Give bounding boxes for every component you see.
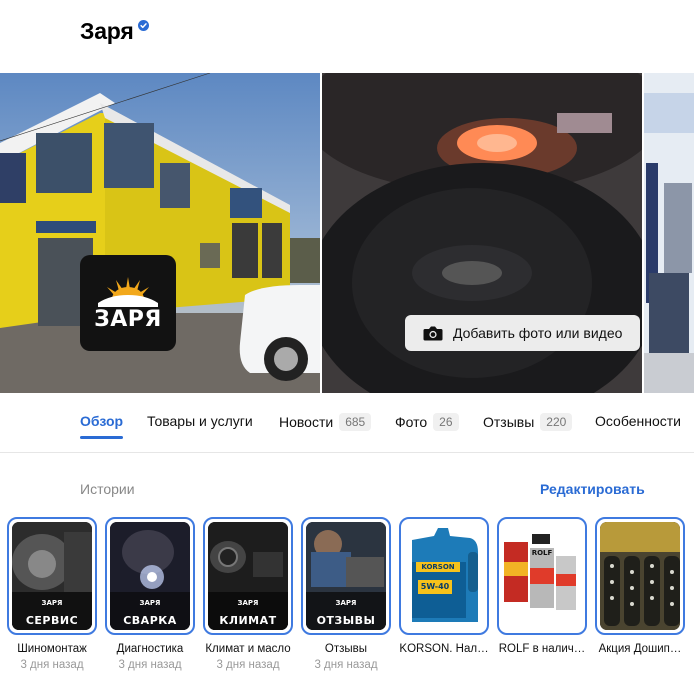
- tab-features[interactable]: Особенности: [595, 413, 681, 429]
- product-label: ROLF: [531, 549, 553, 557]
- story-item[interactable]: ЗАРЯ СВАРКА Диагностика 3 дня назад: [105, 517, 195, 671]
- story-logo: ЗАРЯ: [237, 599, 259, 607]
- tab-label: Фото: [395, 414, 428, 430]
- story-logo: ЗАРЯ: [139, 599, 161, 607]
- tab-photos[interactable]: Фото 26: [395, 413, 459, 431]
- story-thumbnail: ЗАРЯ СЕРВИС: [12, 522, 92, 630]
- story-logo: ЗАРЯ: [335, 599, 357, 607]
- story-time: 3 дня назад: [216, 659, 280, 671]
- product-spec: 5W-40: [420, 582, 450, 591]
- story-time: 3 дня назад: [20, 659, 84, 671]
- story-item[interactable]: ROLF ROLF в налич…: [497, 517, 587, 659]
- tab-count-badge: 220: [540, 413, 573, 431]
- story-item[interactable]: ЗАРЯ СЕРВИС Шиномонтаж 3 дня назад: [7, 517, 97, 671]
- camera-icon: [423, 326, 443, 341]
- story-logo: ЗАРЯ: [41, 599, 63, 607]
- header: Заря: [0, 0, 694, 73]
- tab-label: Отзывы: [483, 414, 535, 430]
- logo-text: ЗАРЯ: [94, 307, 162, 332]
- story-time: 3 дня назад: [118, 659, 182, 671]
- tab-label: Товары и услуги: [147, 413, 253, 429]
- tab-count-badge: 685: [339, 413, 372, 431]
- edit-stories-link[interactable]: Редактировать: [540, 481, 645, 497]
- page-title: Заря: [80, 18, 134, 44]
- active-tab-indicator: [80, 436, 123, 439]
- tab-label: Обзор: [80, 413, 124, 429]
- story-thumbnail: ЗАРЯ КЛИМАТ: [208, 522, 288, 630]
- tab-bar: Обзор Товары и услуги Новости 685 Фото 2…: [0, 393, 694, 453]
- story-caption: СЕРВИС: [25, 614, 79, 627]
- story-name: Акция Дошип…: [598, 643, 682, 655]
- story-name: Диагностика: [116, 643, 184, 655]
- photo-gallery[interactable]: ЗАРЯ Добавить фото или видео: [0, 73, 694, 393]
- tab-count-badge: 26: [433, 413, 459, 431]
- story-item[interactable]: Акция Дошип…: [595, 517, 685, 659]
- verified-check-icon: [138, 20, 149, 31]
- tab-reviews[interactable]: Отзывы 220: [483, 413, 573, 431]
- story-thumbnail: KORSON 5W-40: [404, 522, 484, 630]
- story-name: Шиномонтаж: [17, 643, 87, 655]
- tab-label: Новости: [279, 414, 334, 430]
- story-name: Отзывы: [324, 643, 368, 655]
- story-item[interactable]: ЗАРЯ ОТЗЫВЫ Отзывы 3 дня назад: [301, 517, 391, 671]
- story-caption: КЛИМАТ: [219, 614, 277, 627]
- story-name: Климат и масло: [205, 643, 291, 655]
- tab-label: Особенности: [595, 413, 681, 429]
- story-time: 3 дня назад: [314, 659, 378, 671]
- tab-overview[interactable]: Обзор: [80, 413, 123, 429]
- tab-products-services[interactable]: Товары и услуги: [147, 413, 253, 429]
- add-photo-label: Добавить фото или видео: [453, 325, 623, 341]
- story-thumbnail: ЗАРЯ ОТЗЫВЫ: [306, 522, 386, 630]
- add-photo-button[interactable]: Добавить фото или видео: [405, 315, 640, 351]
- stories-heading: Истории: [80, 481, 135, 497]
- story-name: KORSON. Нал…: [399, 643, 489, 655]
- company-logo: ЗАРЯ: [80, 255, 176, 351]
- story-item[interactable]: ЗАРЯ КЛИМАТ Климат и масло 3 дня назад: [203, 517, 293, 671]
- gallery-photo-workshop[interactable]: [644, 73, 694, 393]
- story-thumbnail: ROLF: [502, 522, 582, 630]
- story-caption: СВАРКА: [123, 614, 177, 627]
- story-item[interactable]: KORSON 5W-40 KORSON. Нал…: [399, 517, 489, 659]
- tab-news[interactable]: Новости 685: [279, 413, 372, 431]
- story-thumbnail: [600, 522, 680, 630]
- story-name: ROLF в налич…: [498, 643, 586, 655]
- story-thumbnail: ЗАРЯ СВАРКА: [110, 522, 190, 630]
- product-label: KORSON: [421, 563, 455, 571]
- story-caption: ОТЗЫВЫ: [316, 614, 376, 627]
